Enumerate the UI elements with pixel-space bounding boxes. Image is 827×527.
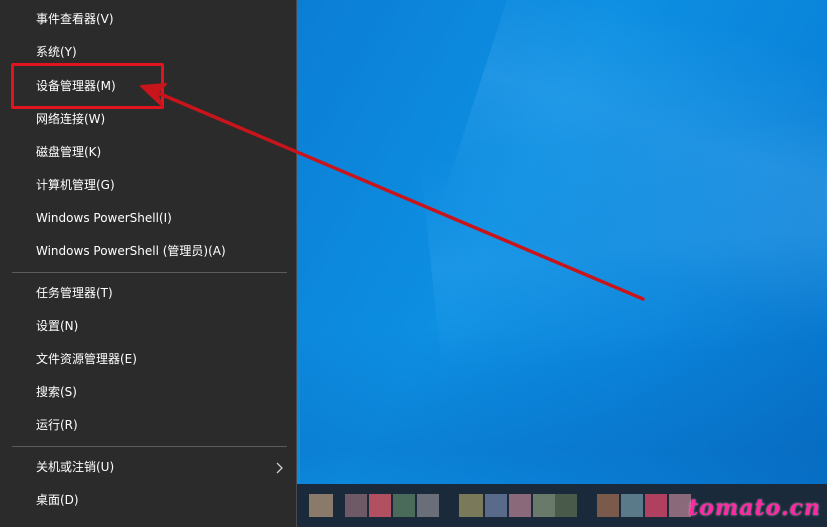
menu-item-settings[interactable]: 设置(N) xyxy=(0,310,296,343)
menu-item-shutdown-signout[interactable]: 关机或注销(U) xyxy=(0,451,296,484)
menu-item-label: 关机或注销(U) xyxy=(36,460,115,474)
menu-item-network-connections[interactable]: 网络连接(W) xyxy=(0,103,296,136)
blurred-taskbar-icon xyxy=(485,494,507,517)
blurred-taskbar-icon xyxy=(459,494,483,517)
menu-item-label: 搜索(S) xyxy=(36,385,77,399)
wallpaper-light-beam xyxy=(420,101,827,379)
menu-item-powershell[interactable]: Windows PowerShell(I) xyxy=(0,202,296,235)
menu-separator xyxy=(12,446,287,447)
blurred-taskbar-icon xyxy=(345,494,367,517)
winx-context-menu: 事件查看器(V) 系统(Y) 设备管理器(M) 网络连接(W) 磁盘管理(K) … xyxy=(0,0,297,527)
watermark-logo: tomato.cn xyxy=(688,495,821,521)
menu-item-task-manager[interactable]: 任务管理器(T) xyxy=(0,277,296,310)
menu-item-disk-management[interactable]: 磁盘管理(K) xyxy=(0,136,296,169)
menu-item-run[interactable]: 运行(R) xyxy=(0,409,296,442)
menu-item-device-manager[interactable]: 设备管理器(M) xyxy=(0,70,296,103)
menu-item-label: 计算机管理(G) xyxy=(36,178,115,192)
blurred-taskbar-icon xyxy=(417,494,439,517)
chevron-right-icon xyxy=(274,451,286,484)
menu-item-label: 任务管理器(T) xyxy=(36,286,113,300)
menu-item-label: 文件资源管理器(E) xyxy=(36,352,137,366)
menu-item-label: 网络连接(W) xyxy=(36,112,106,126)
blurred-taskbar-icon xyxy=(645,494,667,517)
blurred-taskbar-icon xyxy=(555,494,577,517)
menu-item-label: 设备管理器(M) xyxy=(36,79,116,93)
menu-item-computer-management[interactable]: 计算机管理(G) xyxy=(0,169,296,202)
blurred-taskbar-icon xyxy=(509,494,531,517)
menu-item-label: 系统(Y) xyxy=(36,45,77,59)
menu-item-file-explorer[interactable]: 文件资源管理器(E) xyxy=(0,343,296,376)
blurred-taskbar-icon xyxy=(309,494,333,517)
menu-item-label: 运行(R) xyxy=(36,418,78,432)
menu-item-system[interactable]: 系统(Y) xyxy=(0,36,296,69)
menu-item-label: Windows PowerShell(I) xyxy=(36,211,172,225)
menu-item-label: Windows PowerShell (管理员)(A) xyxy=(36,244,226,258)
blurred-taskbar-icon xyxy=(369,494,391,517)
menu-item-label: 磁盘管理(K) xyxy=(36,145,102,159)
menu-item-desktop[interactable]: 桌面(D) xyxy=(0,484,296,517)
blurred-taskbar-icon xyxy=(393,494,415,517)
menu-separator xyxy=(12,272,287,273)
desktop: 事件查看器(V) 系统(Y) 设备管理器(M) 网络连接(W) 磁盘管理(K) … xyxy=(0,0,827,527)
menu-item-label: 事件查看器(V) xyxy=(36,12,114,26)
menu-item-powershell-admin[interactable]: Windows PowerShell (管理员)(A) xyxy=(0,235,296,268)
menu-item-label: 设置(N) xyxy=(36,319,79,333)
menu-item-event-viewer[interactable]: 事件查看器(V) xyxy=(0,3,296,36)
menu-item-search[interactable]: 搜索(S) xyxy=(0,376,296,409)
blurred-taskbar-icon xyxy=(621,494,643,517)
blurred-taskbar-icon xyxy=(597,494,619,517)
wallpaper-light-beam xyxy=(439,0,827,368)
menu-item-label: 桌面(D) xyxy=(36,493,79,507)
blurred-taskbar-icon xyxy=(533,494,555,517)
